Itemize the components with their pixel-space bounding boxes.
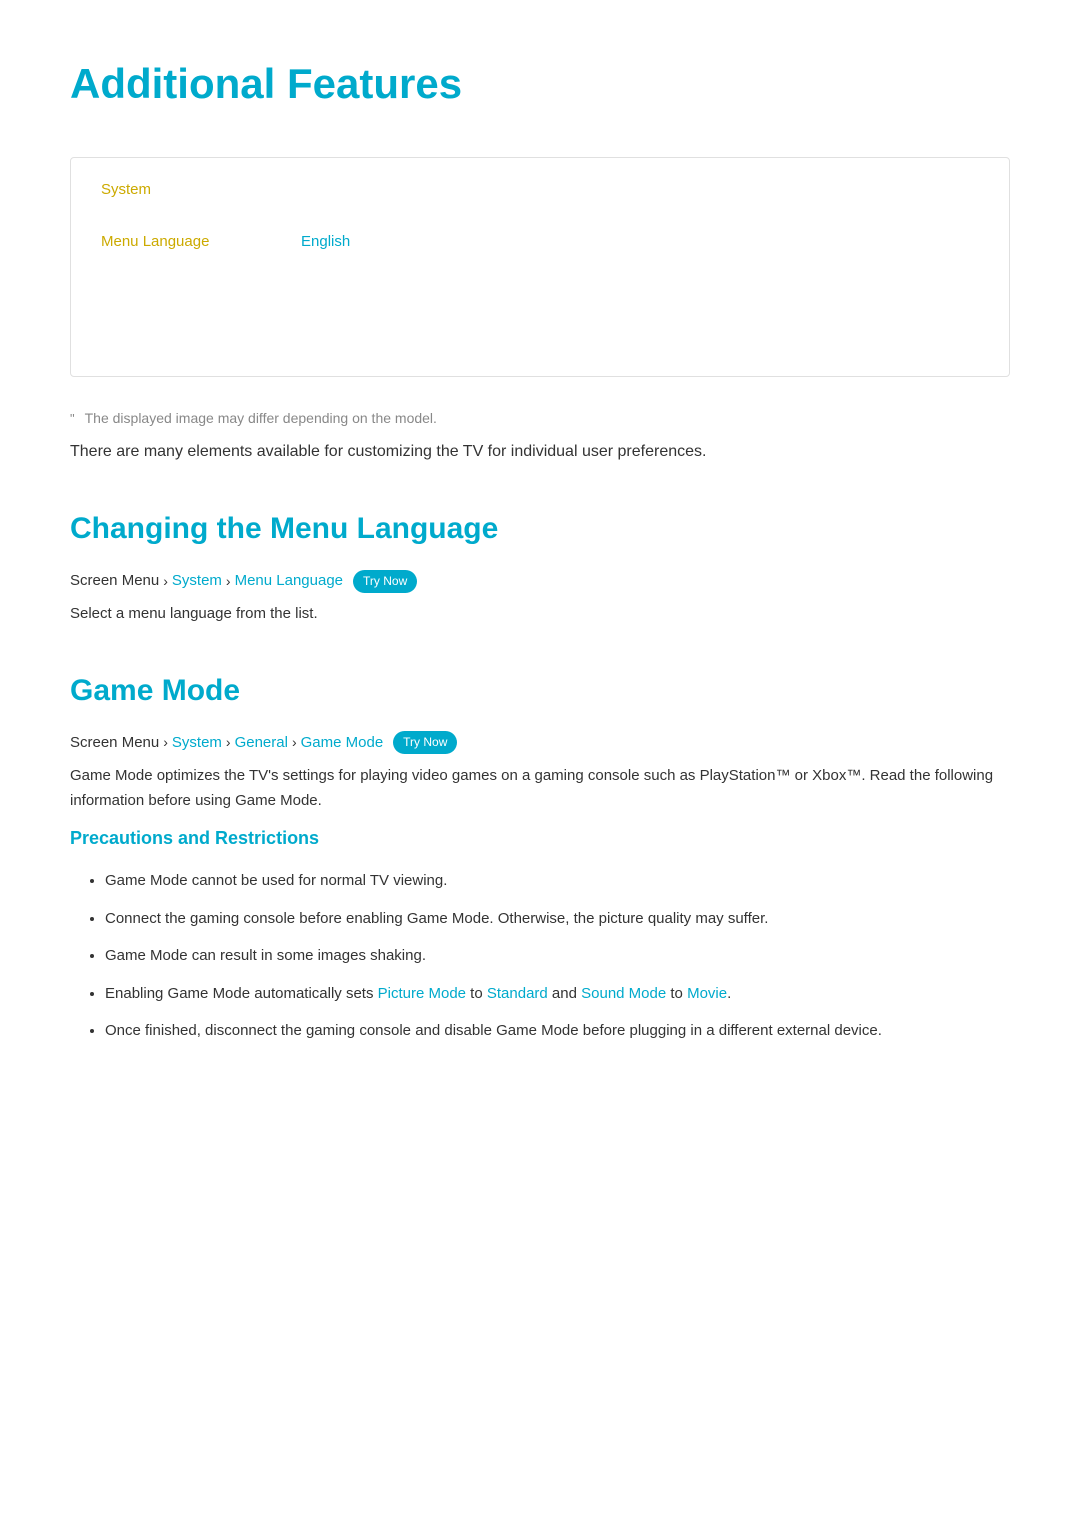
system-label: System [101,178,979,202]
picture-mode-link[interactable]: Picture Mode [378,985,466,1002]
standard-link[interactable]: Standard [487,985,548,1002]
breadcrumb-general[interactable]: General [235,731,288,755]
breadcrumb-sep-3: › [163,731,168,753]
try-now-badge-1[interactable]: Try Now [353,570,417,593]
sound-mode-link[interactable]: Sound Mode [581,985,666,1002]
section1-description: Select a menu language from the list. [70,601,1010,627]
bullet-item-2: Connect the gaming console before enabli… [105,906,1010,932]
bullet-list: Game Mode cannot be used for normal TV v… [70,868,1010,1044]
ui-screenshot-box: System Menu Language English [70,157,1010,377]
breadcrumb-system-1[interactable]: System [172,569,222,593]
section-game-mode: Game Mode Screen Menu › System › General… [70,667,1010,1044]
breadcrumb-sep-4: › [226,731,231,753]
menu-language-value: English [301,230,350,254]
menu-language-key: Menu Language [101,230,301,254]
bullet-item-3: Game Mode can result in some images shak… [105,943,1010,969]
bullet-item-1: Game Mode cannot be used for normal TV v… [105,868,1010,894]
section2-title: Game Mode [70,667,1010,715]
menu-language-row: Menu Language English [101,222,979,262]
breadcrumb-sep-1: › [163,570,168,592]
section2-description: Game Mode optimizes the TV's settings fo… [70,763,1010,814]
section-changing-menu-language: Changing the Menu Language Screen Menu ›… [70,505,1010,627]
breadcrumb-sep-2: › [226,570,231,592]
page-title: Additional Features [70,50,1010,117]
try-now-badge-2[interactable]: Try Now [393,731,457,754]
bullet-item-4: Enabling Game Mode automatically sets Pi… [105,981,1010,1007]
breadcrumb-system-2[interactable]: System [172,731,222,755]
breadcrumb-game-mode[interactable]: Game Mode [301,731,384,755]
footnote-text: The displayed image may differ depending… [85,407,437,429]
breadcrumb-sep-5: › [292,731,297,753]
precautions-subsection: Precautions and Restrictions Game Mode c… [70,824,1010,1044]
breadcrumb-screen-menu-2: Screen Menu [70,731,159,755]
section2-breadcrumb: Screen Menu › System › General › Game Mo… [70,731,1010,755]
breadcrumb-menu-language[interactable]: Menu Language [235,569,343,593]
bullet-item-5: Once finished, disconnect the gaming con… [105,1018,1010,1044]
footnote-mark: " [70,409,75,430]
intro-text: There are many elements available for cu… [70,438,1010,465]
footnote: " The displayed image may differ dependi… [70,407,1010,430]
breadcrumb-screen-menu: Screen Menu [70,569,159,593]
movie-link[interactable]: Movie [687,985,727,1002]
section1-title: Changing the Menu Language [70,505,1010,553]
subsection-title: Precautions and Restrictions [70,824,1010,853]
section1-breadcrumb: Screen Menu › System › Menu Language Try… [70,569,1010,593]
